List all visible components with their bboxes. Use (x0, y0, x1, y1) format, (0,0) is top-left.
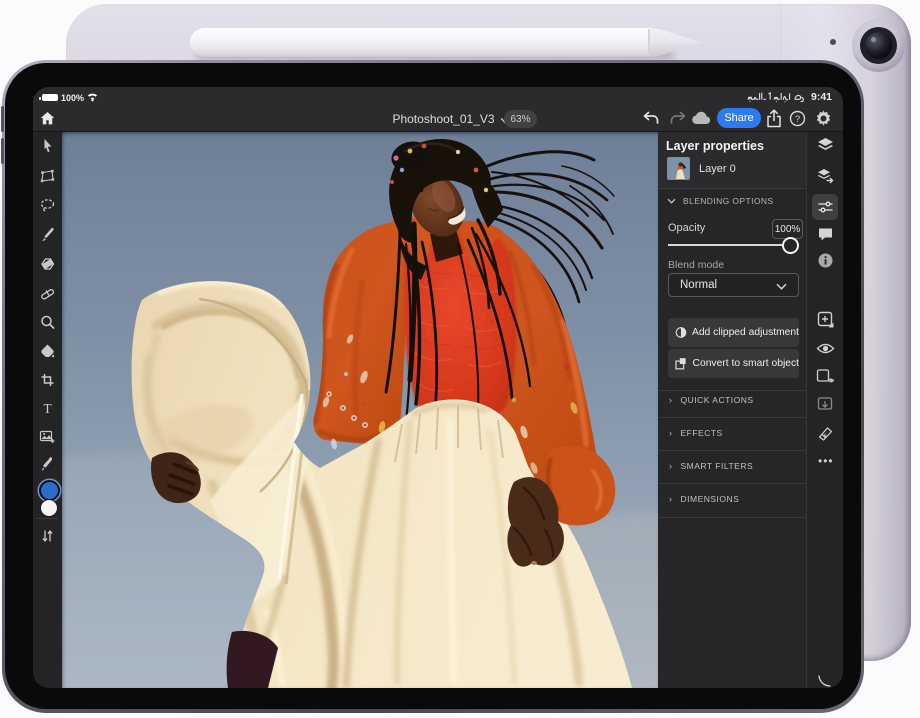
svg-text:?: ? (795, 114, 800, 125)
svg-text:T: T (43, 401, 52, 415)
